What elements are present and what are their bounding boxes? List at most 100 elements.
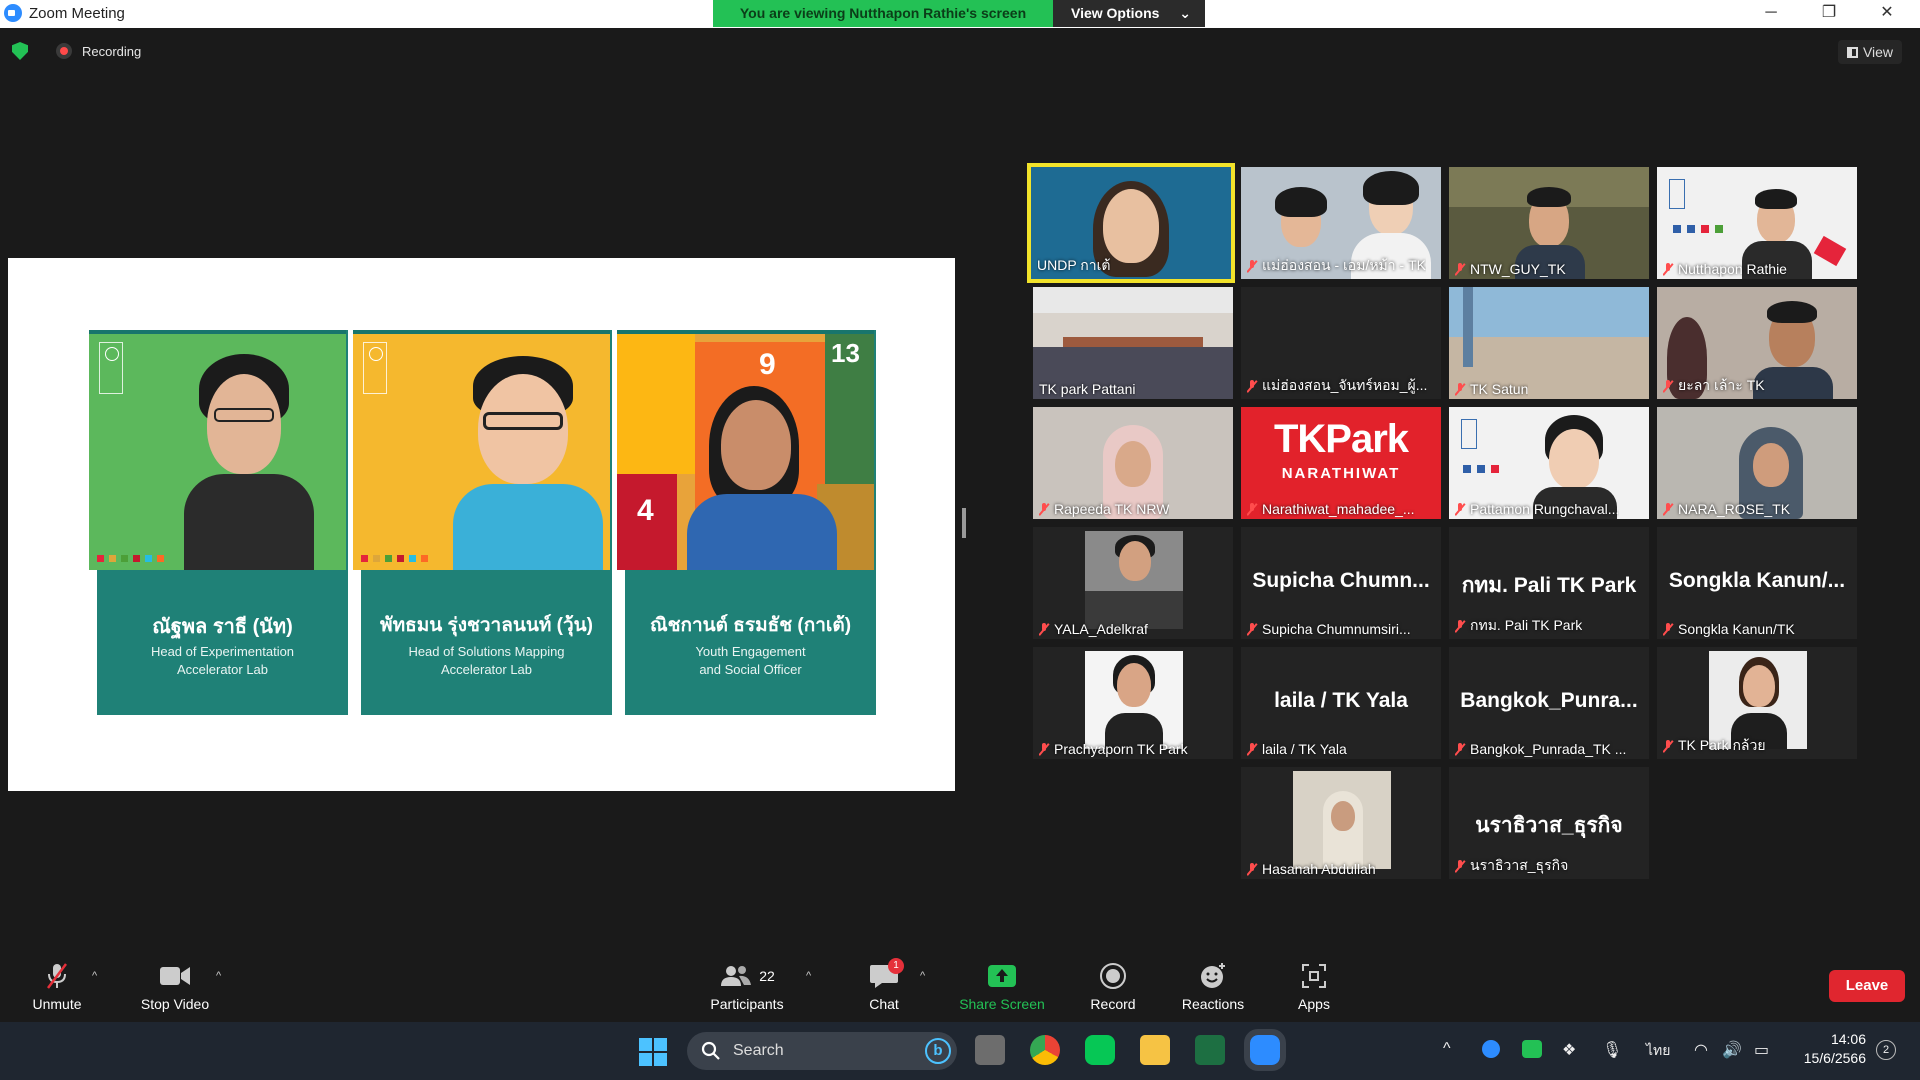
tile-name: NARA_ROSE_TK bbox=[1663, 501, 1790, 517]
video-tile[interactable]: Hasanah Abdullah bbox=[1241, 767, 1441, 879]
video-tile[interactable]: แม่ฮ่องสอน - เอม/หม้า - TK bbox=[1241, 167, 1441, 279]
sdg-9-label: 9 bbox=[759, 348, 776, 381]
view-button[interactable]: View bbox=[1838, 40, 1902, 64]
muted-mic-icon bbox=[1247, 862, 1257, 876]
apps-label: Apps bbox=[1298, 996, 1330, 1012]
video-tile[interactable]: Bangkok_Punra... Bangkok_Punrada_TK ... bbox=[1449, 647, 1649, 759]
zoom-taskbar-icon[interactable] bbox=[1244, 1029, 1286, 1071]
input-language[interactable]: ไทย bbox=[1646, 1040, 1670, 1062]
muted-mic-icon bbox=[1455, 742, 1465, 756]
bing-icon[interactable]: b bbox=[925, 1038, 951, 1064]
tile-name: นราธิวาส_ธุรกิจ bbox=[1455, 855, 1568, 877]
tile-name: Prachyaporn TK Park bbox=[1039, 741, 1188, 757]
stop-video-button[interactable]: Stop Video bbox=[134, 962, 216, 1012]
video-tile[interactable]: NTW_GUY_TK bbox=[1449, 167, 1649, 279]
undp-logo-icon bbox=[99, 342, 123, 394]
apps-button[interactable]: Apps bbox=[1294, 962, 1334, 1012]
video-options-caret[interactable]: ^ bbox=[216, 970, 221, 982]
video-tile[interactable]: NARA_ROSE_TK bbox=[1657, 407, 1857, 519]
restore-button[interactable]: ❐ bbox=[1800, 0, 1858, 28]
chat-unread-badge: 1 bbox=[888, 958, 904, 974]
tile-name: กทม. Pali TK Park bbox=[1455, 615, 1582, 637]
video-tile[interactable]: Pattamon Rungchaval... bbox=[1449, 407, 1649, 519]
video-tile[interactable]: TK Satun bbox=[1449, 287, 1649, 399]
wifi-icon[interactable]: ◠ bbox=[1694, 1040, 1708, 1060]
excel-icon[interactable] bbox=[1195, 1035, 1225, 1065]
reactions-label: Reactions bbox=[1181, 996, 1245, 1012]
video-tile[interactable]: YALA_Adelkraf bbox=[1033, 527, 1233, 639]
task-view-icon[interactable] bbox=[975, 1035, 1005, 1065]
dropbox-icon[interactable]: ❖ bbox=[1562, 1040, 1576, 1060]
file-explorer-icon[interactable] bbox=[1140, 1035, 1170, 1065]
video-tile[interactable]: TK Park กล้วย bbox=[1657, 647, 1857, 759]
notification-count-badge[interactable]: 2 bbox=[1876, 1040, 1896, 1060]
chat-options-caret[interactable]: ^ bbox=[920, 970, 925, 982]
muted-mic-icon bbox=[1663, 622, 1673, 636]
view-options-label: View Options bbox=[1071, 5, 1160, 21]
chrome-icon[interactable] bbox=[1030, 1035, 1060, 1065]
person-role: Youth Engagement and Social Officer bbox=[695, 644, 806, 677]
sdg-color-dots bbox=[361, 555, 428, 562]
participants-button[interactable]: 22 Participants bbox=[705, 962, 789, 1012]
video-tile[interactable]: Supicha Chumn... Supicha Chumnumsiri... bbox=[1241, 527, 1441, 639]
view-options-button[interactable]: View Options ⌄ bbox=[1053, 0, 1205, 27]
video-tile[interactable]: laila / TK Yala laila / TK Yala bbox=[1241, 647, 1441, 759]
taskbar-search[interactable]: Search b bbox=[687, 1032, 957, 1070]
microphone-icon[interactable]: 🎙 bbox=[1602, 1040, 1622, 1060]
video-tile[interactable]: แม่ฮ่องสอน_จันทร์หอม_ผู้... bbox=[1241, 287, 1441, 399]
video-tile[interactable]: UNDP กาเต้ bbox=[1027, 163, 1235, 283]
person-card: พัทธมน รุ่งชวาลนนท์ (วุ้น) Head of Solut… bbox=[353, 330, 612, 715]
leave-button[interactable]: Leave bbox=[1829, 970, 1905, 1002]
volume-icon[interactable]: 🔊 bbox=[1722, 1040, 1742, 1060]
sdg-color-dots bbox=[97, 555, 164, 562]
chat-button[interactable]: 1 Chat bbox=[864, 958, 904, 1012]
video-tile[interactable]: นราธิวาส_ธุรกิจ นราธิวาส_ธุรกิจ bbox=[1449, 767, 1649, 879]
video-tile[interactable]: Songkla Kanun/... Songkla Kanun/TK bbox=[1657, 527, 1857, 639]
muted-mic-icon bbox=[1039, 742, 1049, 756]
zoom-logo-icon bbox=[4, 4, 22, 22]
share-screen-button[interactable]: Share Screen bbox=[956, 962, 1048, 1012]
record-button[interactable]: Record bbox=[1086, 962, 1140, 1012]
video-tile[interactable]: TK park Pattani bbox=[1033, 287, 1233, 399]
video-camera-icon bbox=[160, 967, 190, 985]
viewing-screen-message: You are viewing Nutthapon Rathie's scree… bbox=[713, 0, 1053, 27]
tile-name: Supicha Chumnumsiri... bbox=[1247, 621, 1411, 637]
tile-name: Pattamon Rungchaval... bbox=[1455, 501, 1619, 517]
video-tile[interactable]: ยะลา เล้าะ TK bbox=[1657, 287, 1857, 399]
video-tile[interactable]: Nutthapon Rathie bbox=[1657, 167, 1857, 279]
windows-start-icon[interactable] bbox=[638, 1037, 668, 1067]
unmute-button[interactable]: Unmute bbox=[24, 962, 90, 1012]
encryption-shield-icon[interactable] bbox=[12, 42, 28, 60]
close-button[interactable]: ✕ bbox=[1858, 0, 1916, 28]
line-app-icon[interactable] bbox=[1085, 1035, 1115, 1065]
meeting-toolbar: Unmute ^ Stop Video ^ 22 Participants ^ … bbox=[0, 950, 1920, 1022]
taskbar-clock[interactable]: 14:06 15/6/2566 bbox=[1794, 1030, 1866, 1068]
video-tile[interactable]: กทม. Pali TK Park กทม. Pali TK Park bbox=[1449, 527, 1649, 639]
zoom-tray-icon[interactable] bbox=[1482, 1040, 1500, 1058]
tile-name: TK park Pattani bbox=[1039, 381, 1136, 397]
muted-mic-icon bbox=[1039, 502, 1049, 516]
reactions-button[interactable]: Reactions bbox=[1178, 962, 1248, 1012]
person-card: 9 13 4 ณิชกานต์ ธรมธัช (กาเต้) Youth Eng… bbox=[617, 330, 876, 715]
participants-options-caret[interactable]: ^ bbox=[806, 970, 811, 982]
person-photo bbox=[89, 330, 346, 570]
video-tile[interactable]: Rapeeda TK NRW bbox=[1033, 407, 1233, 519]
line-tray-icon[interactable] bbox=[1522, 1040, 1542, 1058]
search-icon bbox=[701, 1041, 720, 1060]
apps-icon bbox=[1302, 964, 1326, 988]
video-tile[interactable]: Prachyaporn TK Park bbox=[1033, 647, 1233, 759]
minimize-button[interactable]: ─ bbox=[1742, 0, 1800, 28]
audio-options-caret[interactable]: ^ bbox=[92, 970, 97, 982]
participants-icon bbox=[721, 966, 752, 986]
tile-name: TK Park กล้วย bbox=[1663, 735, 1766, 757]
tile-display-name: laila / TK Yala bbox=[1274, 689, 1408, 712]
participant-photo bbox=[1293, 771, 1391, 869]
stop-video-label: Stop Video bbox=[140, 996, 210, 1012]
panel-resize-handle[interactable] bbox=[962, 508, 966, 538]
video-tile[interactable]: TKPark NARATHIWAT Narathiwat_mahadee_... bbox=[1241, 407, 1441, 519]
show-hidden-icons-chevron[interactable]: ^ bbox=[1443, 1040, 1451, 1058]
muted-mic-icon bbox=[1039, 622, 1049, 636]
participant-photo bbox=[1085, 651, 1183, 749]
muted-mic-icon bbox=[1455, 859, 1465, 873]
battery-icon[interactable]: ▭ bbox=[1754, 1040, 1769, 1060]
